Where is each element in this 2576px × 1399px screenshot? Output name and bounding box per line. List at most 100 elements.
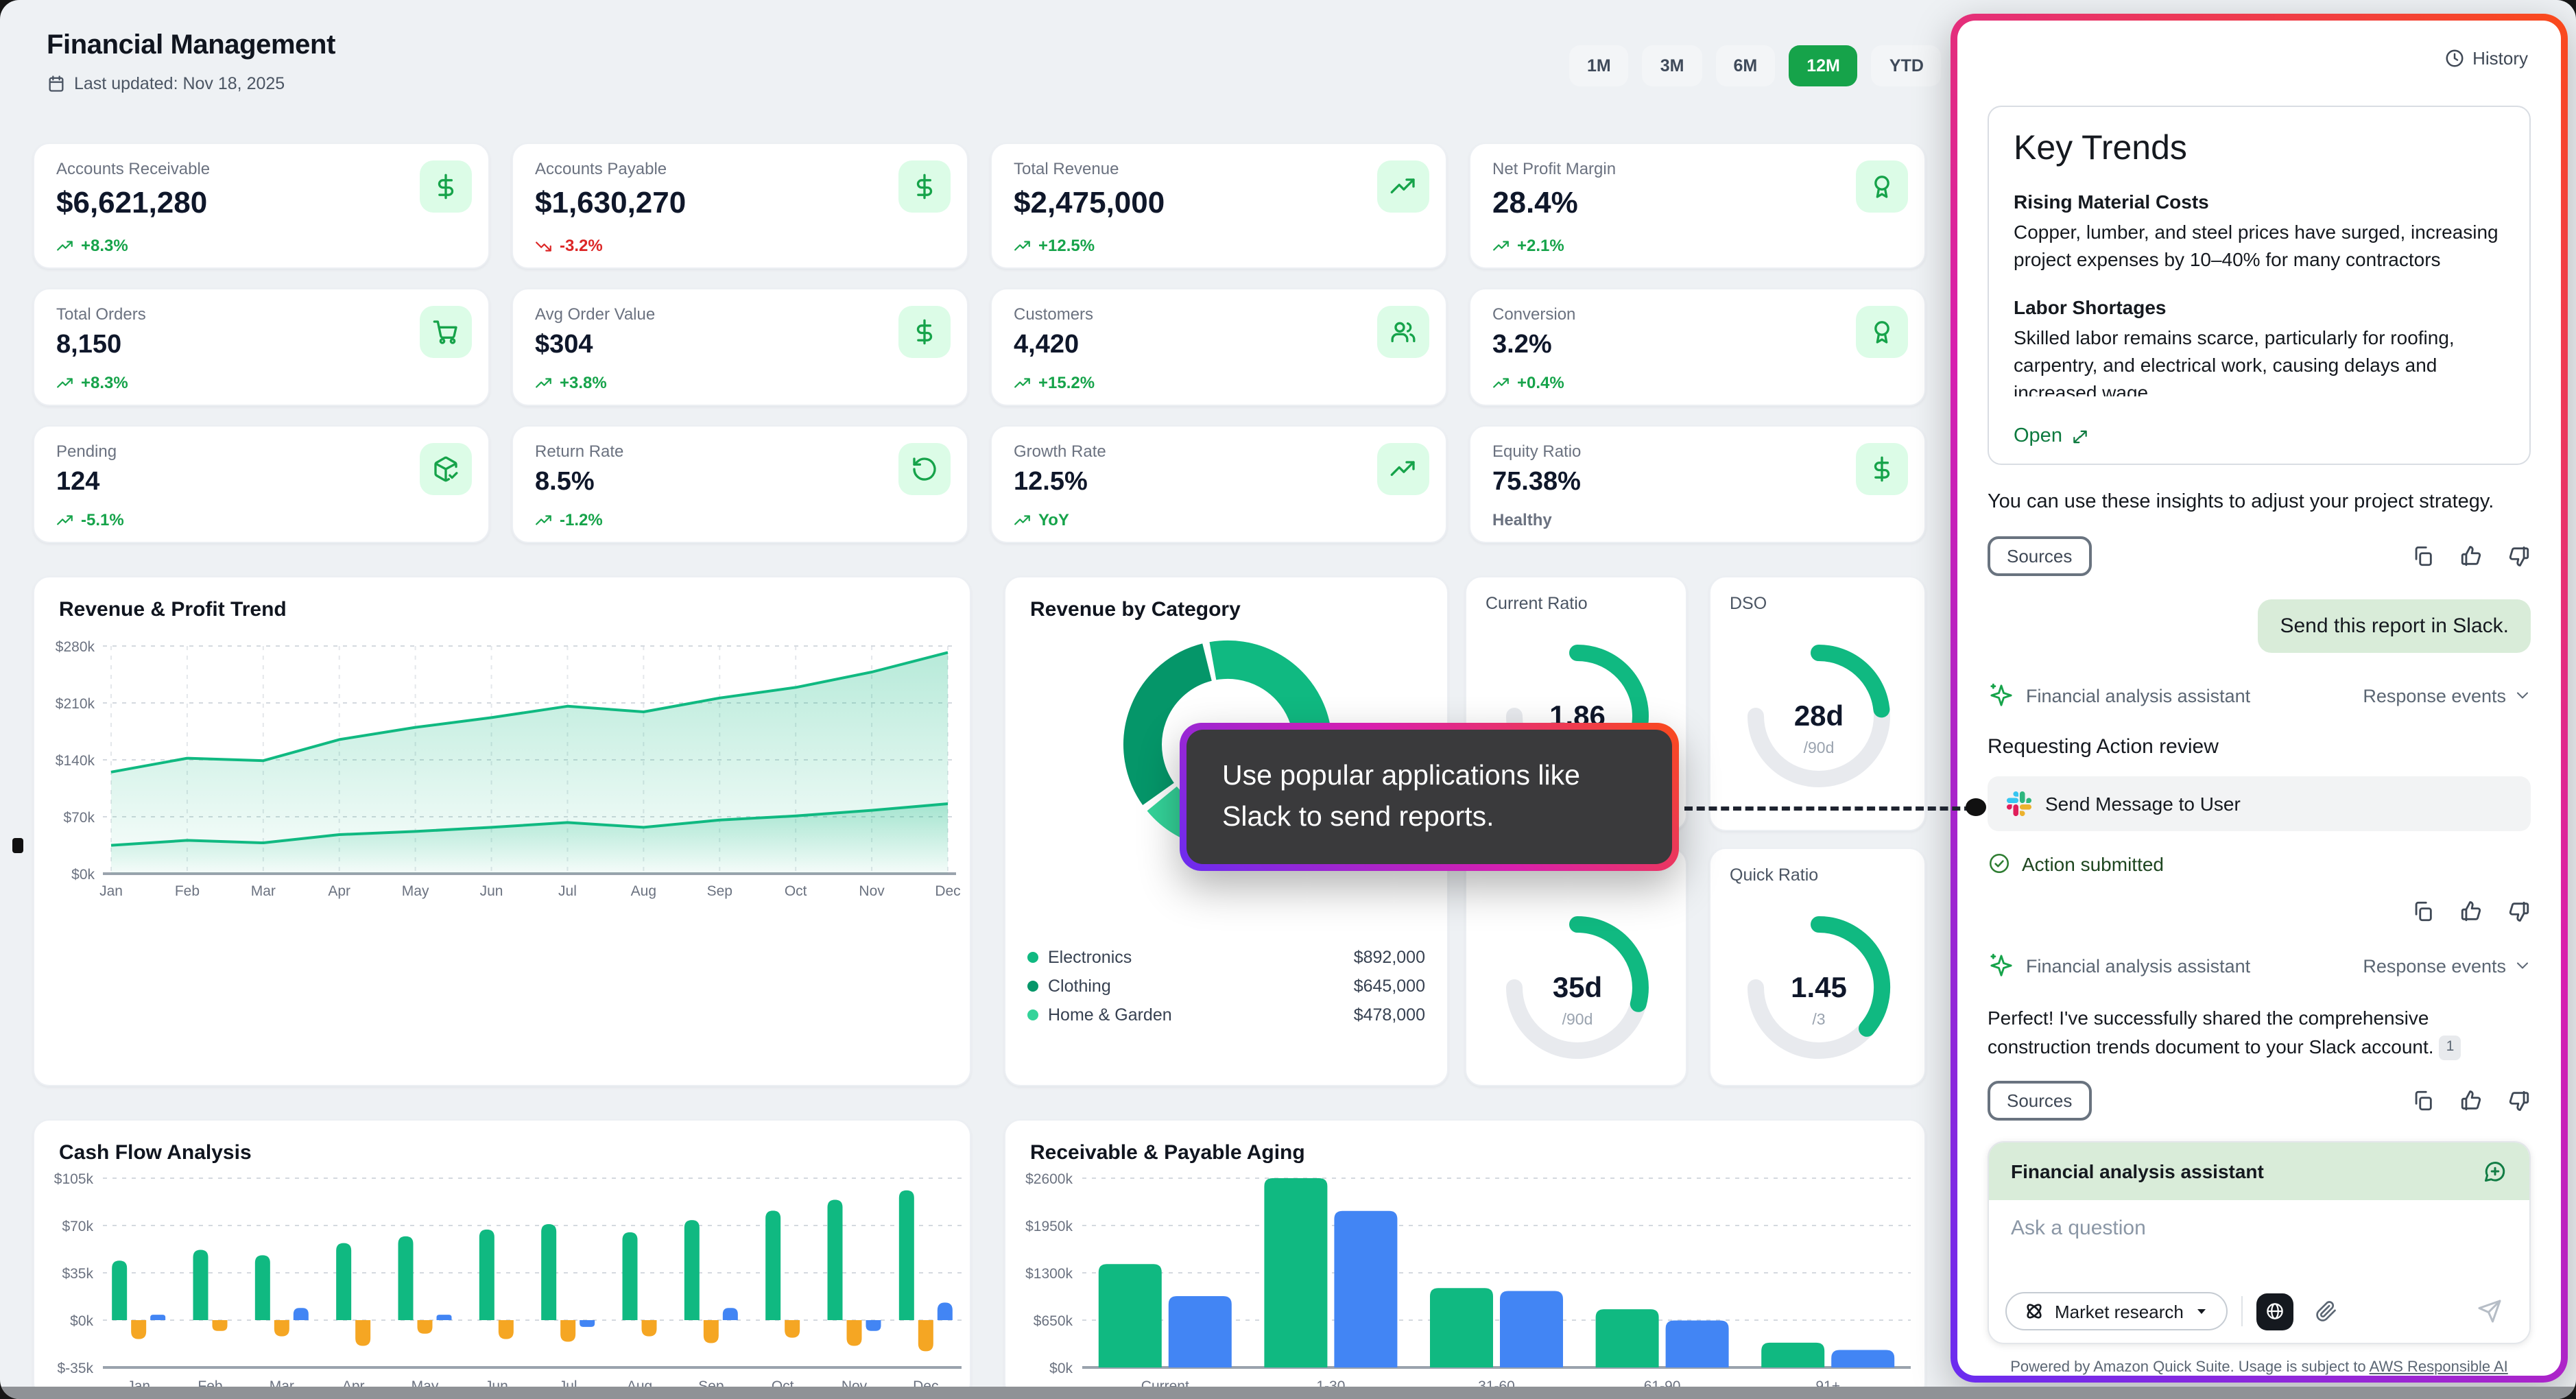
svg-text:Jun: Jun bbox=[480, 883, 503, 899]
dollar-icon bbox=[898, 306, 951, 358]
kpi-value: 124 bbox=[56, 468, 100, 497]
package-icon bbox=[420, 443, 472, 495]
gauge-chart: 28d/90d bbox=[1748, 645, 1890, 787]
copy-icon[interactable] bbox=[2411, 545, 2435, 568]
last-updated-text: Last updated: Nov 18, 2025 bbox=[74, 74, 285, 93]
trend-heading: Labor Shortages bbox=[2014, 296, 2167, 318]
kpi-value: $304 bbox=[535, 331, 593, 359]
slack-action-row[interactable]: Send Message to User bbox=[1988, 776, 2531, 831]
response-events-label: Response events bbox=[2363, 685, 2506, 706]
kpi-label: Net Profit Margin bbox=[1492, 159, 1617, 178]
dollar-icon bbox=[1856, 443, 1908, 495]
svg-text:$70k: $70k bbox=[63, 810, 95, 826]
svg-text:May: May bbox=[402, 883, 429, 899]
thumbs-down-icon[interactable] bbox=[2507, 900, 2531, 923]
time-range-ytd[interactable]: YTD bbox=[1871, 45, 1942, 86]
paperclip-icon bbox=[2315, 1300, 2337, 1322]
chat-header: Financial analysis assistant bbox=[1989, 1143, 2529, 1200]
kpi-delta: +0.4% bbox=[1492, 373, 1564, 392]
cash-flow-card: Cash Flow Analysis $-35k $0k $35k $70k $105k… bbox=[33, 1119, 971, 1399]
send-icon bbox=[2477, 1299, 2502, 1324]
legend-dot bbox=[1027, 1009, 1038, 1020]
legend-label: Electronics bbox=[1048, 947, 1132, 966]
action-status-row: Action submitted bbox=[1988, 852, 2531, 875]
svg-text:$1300k: $1300k bbox=[1025, 1266, 1073, 1282]
chart-title: Receivable & Payable Aging bbox=[1030, 1141, 1305, 1164]
aging-chart: $0k$650k$1300k$1950k$2600kCurrent1-3031-… bbox=[1025, 1171, 1911, 1394]
tooltip-connector-dot bbox=[1966, 798, 1986, 816]
globe-icon bbox=[2265, 1300, 2285, 1322]
users-icon bbox=[1377, 306, 1429, 358]
kpi-label: Accounts Payable bbox=[535, 159, 667, 178]
kpi-card-net-profit-margin: Net Profit Margin 28.4% +2.1% bbox=[1469, 143, 1926, 269]
feedback-icons bbox=[2411, 1089, 2531, 1112]
time-range-6m[interactable]: 6M bbox=[1715, 45, 1776, 86]
agent-selector[interactable]: Market research bbox=[2005, 1292, 2228, 1330]
chart-title: Cash Flow Analysis bbox=[59, 1141, 252, 1164]
sparkle-icon bbox=[1988, 952, 2015, 979]
feedback-icons bbox=[2411, 545, 2531, 568]
web-search-button[interactable] bbox=[2256, 1293, 2293, 1330]
kpi-delta: -5.1% bbox=[56, 510, 124, 529]
donut-legend: Electronics $892,000 Clothing $645,000 Home … bbox=[1027, 942, 1425, 1029]
sources-button[interactable]: Sources bbox=[1988, 1081, 2092, 1121]
trend-heading: Rising Material Costs bbox=[2014, 191, 2209, 213]
response-events-toggle[interactable]: Response events bbox=[2363, 685, 2531, 706]
app-window: Financial Management Last updated: Nov 1… bbox=[0, 0, 2576, 1399]
citation-badge[interactable]: 1 bbox=[2439, 1036, 2461, 1060]
gauge-card-quick-ratio: Quick Ratio 1.45/3 bbox=[1709, 848, 1926, 1086]
message-actions-row: Sources bbox=[1988, 1081, 2531, 1121]
copy-icon[interactable] bbox=[2411, 1089, 2435, 1112]
thumbs-up-icon[interactable] bbox=[2459, 545, 2483, 568]
chevron-down-icon bbox=[2514, 957, 2531, 974]
check-circle-icon bbox=[1988, 852, 2011, 875]
legend-value: $645,000 bbox=[1353, 976, 1425, 995]
thumbs-up-icon[interactable] bbox=[2459, 1089, 2483, 1112]
kpi-value: 12.5% bbox=[1014, 468, 1088, 497]
kpi-delta: -1.2% bbox=[535, 510, 603, 529]
thumbs-down-icon[interactable] bbox=[2507, 1089, 2531, 1112]
kpi-value: $2,475,000 bbox=[1014, 185, 1165, 219]
chat-input-box: Financial analysis assistant Market rese… bbox=[1988, 1141, 2531, 1344]
legend-dot bbox=[1027, 951, 1038, 962]
response-events-toggle[interactable]: Response events bbox=[2363, 955, 2531, 976]
svg-text:/90d: /90d bbox=[1562, 1010, 1593, 1028]
kpi-card-avg-order-value: Avg Order Value $304 +3.8% bbox=[512, 288, 968, 406]
svg-text:Feb: Feb bbox=[175, 883, 200, 899]
time-range-group: 1M 3M 6M 12M YTD bbox=[1569, 45, 1942, 86]
open-link[interactable]: Open bbox=[2014, 414, 2505, 464]
question-input[interactable] bbox=[2011, 1217, 2507, 1240]
kpi-delta: +8.3% bbox=[56, 373, 128, 392]
trend-icon bbox=[1377, 443, 1429, 495]
cash-flow-chart: $-35k$0k$35k$70k$105kJanFebMarAprMayJunJ… bbox=[54, 1171, 962, 1394]
svg-text:$0k: $0k bbox=[1049, 1361, 1073, 1376]
time-range-12m[interactable]: 12M bbox=[1789, 45, 1858, 86]
svg-text:Aug: Aug bbox=[631, 883, 656, 899]
assistant-panel: History Key Trends Rising Material Costs… bbox=[1957, 21, 2561, 1376]
sources-button[interactable]: Sources bbox=[1988, 536, 2092, 576]
atom-icon bbox=[2023, 1300, 2045, 1322]
kpi-card-accounts-receivable: Accounts Receivable $6,621,280 +8.3% bbox=[33, 143, 490, 269]
kpi-card-return-rate: Return Rate 8.5% -1.2% bbox=[512, 425, 968, 543]
history-button[interactable]: History bbox=[2444, 48, 2528, 69]
kpi-label: Total Orders bbox=[56, 304, 146, 324]
trending-up-icon bbox=[1014, 511, 1031, 529]
dropdown-arrow-icon bbox=[2193, 1303, 2210, 1319]
thumbs-down-icon[interactable] bbox=[2507, 545, 2531, 568]
new-chat-icon[interactable] bbox=[2483, 1159, 2507, 1184]
trend-body: Copper, lumber, and steel prices have su… bbox=[2014, 221, 2499, 270]
thumbs-up-icon[interactable] bbox=[2459, 900, 2483, 923]
kpi-card-pending: Pending 124 -5.1% bbox=[33, 425, 490, 543]
svg-text:$650k: $650k bbox=[1034, 1313, 1073, 1329]
gauge-title: DSO bbox=[1730, 594, 1767, 613]
trend-body: Skilled labor remains scarce, particular… bbox=[2014, 326, 2455, 396]
copy-icon[interactable] bbox=[2411, 900, 2435, 923]
trending-up-icon bbox=[56, 511, 74, 529]
cart-icon bbox=[420, 306, 472, 358]
time-range-3m[interactable]: 3M bbox=[1642, 45, 1702, 86]
attach-button[interactable] bbox=[2307, 1299, 2346, 1324]
send-button[interactable] bbox=[2469, 1298, 2510, 1325]
action-name: Send Message to User bbox=[2045, 793, 2241, 815]
time-range-1m[interactable]: 1M bbox=[1569, 45, 1629, 86]
clock-icon bbox=[2444, 48, 2464, 69]
